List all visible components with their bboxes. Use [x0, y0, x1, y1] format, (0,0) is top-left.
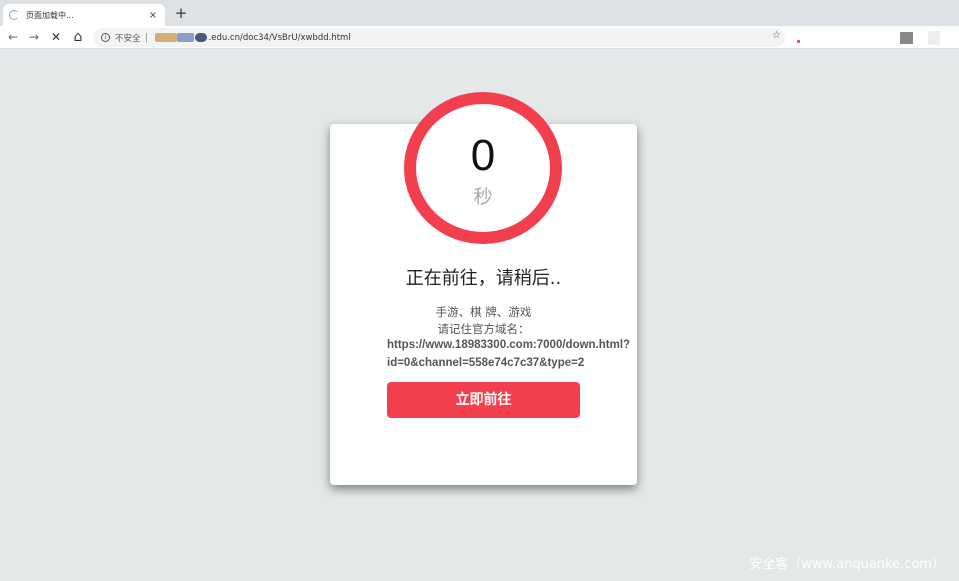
- redacted-block: [154, 33, 177, 42]
- redacted-block: [176, 33, 194, 42]
- stop-icon[interactable]: ✕: [48, 29, 64, 45]
- subtitle-remember: 请记住官方域名：: [437, 322, 530, 336]
- go-now-button[interactable]: 立即前往: [387, 382, 580, 418]
- tab-strip: 页面加载中... × +: [0, 0, 959, 26]
- browser-toolbar: ← → ✕ ⌂ i 不安全 .edu.cn/doc34/VsBrU/xwbdd.…: [0, 26, 959, 49]
- loading-spinner-icon: [9, 10, 19, 20]
- countdown-unit: 秒: [473, 186, 493, 208]
- official-domain-link[interactable]: https://www.18983300.com:7000/down.html?: [387, 339, 630, 351]
- browser-tab[interactable]: 页面加载中... ×: [3, 4, 165, 26]
- watermark: 安全客（www.anquanke.com）: [749, 557, 945, 572]
- address-separator: [145, 32, 147, 43]
- info-icon[interactable]: i: [101, 33, 110, 42]
- back-arrow-icon[interactable]: ←: [5, 29, 21, 45]
- url-text: .edu.cn/doc34/VsBrU/xwbdd.html: [208, 32, 351, 43]
- tab-title: 页面加载中...: [26, 10, 74, 20]
- insecure-label: 不安全: [115, 33, 141, 44]
- extension-icon[interactable]: [900, 32, 913, 44]
- countdown-number: 0: [470, 131, 496, 180]
- official-domain-link-cont[interactable]: id=0&channel=558e74c7c37&type=2: [387, 357, 584, 369]
- redirect-heading: 正在前往，请稍后..: [405, 268, 562, 289]
- extension-area: [792, 30, 959, 46]
- address-bar[interactable]: i 不安全 .edu.cn/doc34/VsBrU/xwbdd.html ☆: [93, 28, 785, 47]
- extension-icon[interactable]: [928, 31, 940, 45]
- bookmark-star-icon[interactable]: ☆: [772, 30, 781, 41]
- redacted-block: [194, 33, 207, 42]
- subtitle-categories: 手游、棋 牌、游戏: [435, 305, 532, 319]
- forward-arrow-icon[interactable]: →: [26, 29, 42, 45]
- extension-badge: [797, 40, 800, 43]
- home-icon[interactable]: ⌂: [70, 29, 86, 45]
- new-tab-button[interactable]: +: [173, 5, 189, 21]
- tab-close-icon[interactable]: ×: [147, 10, 159, 21]
